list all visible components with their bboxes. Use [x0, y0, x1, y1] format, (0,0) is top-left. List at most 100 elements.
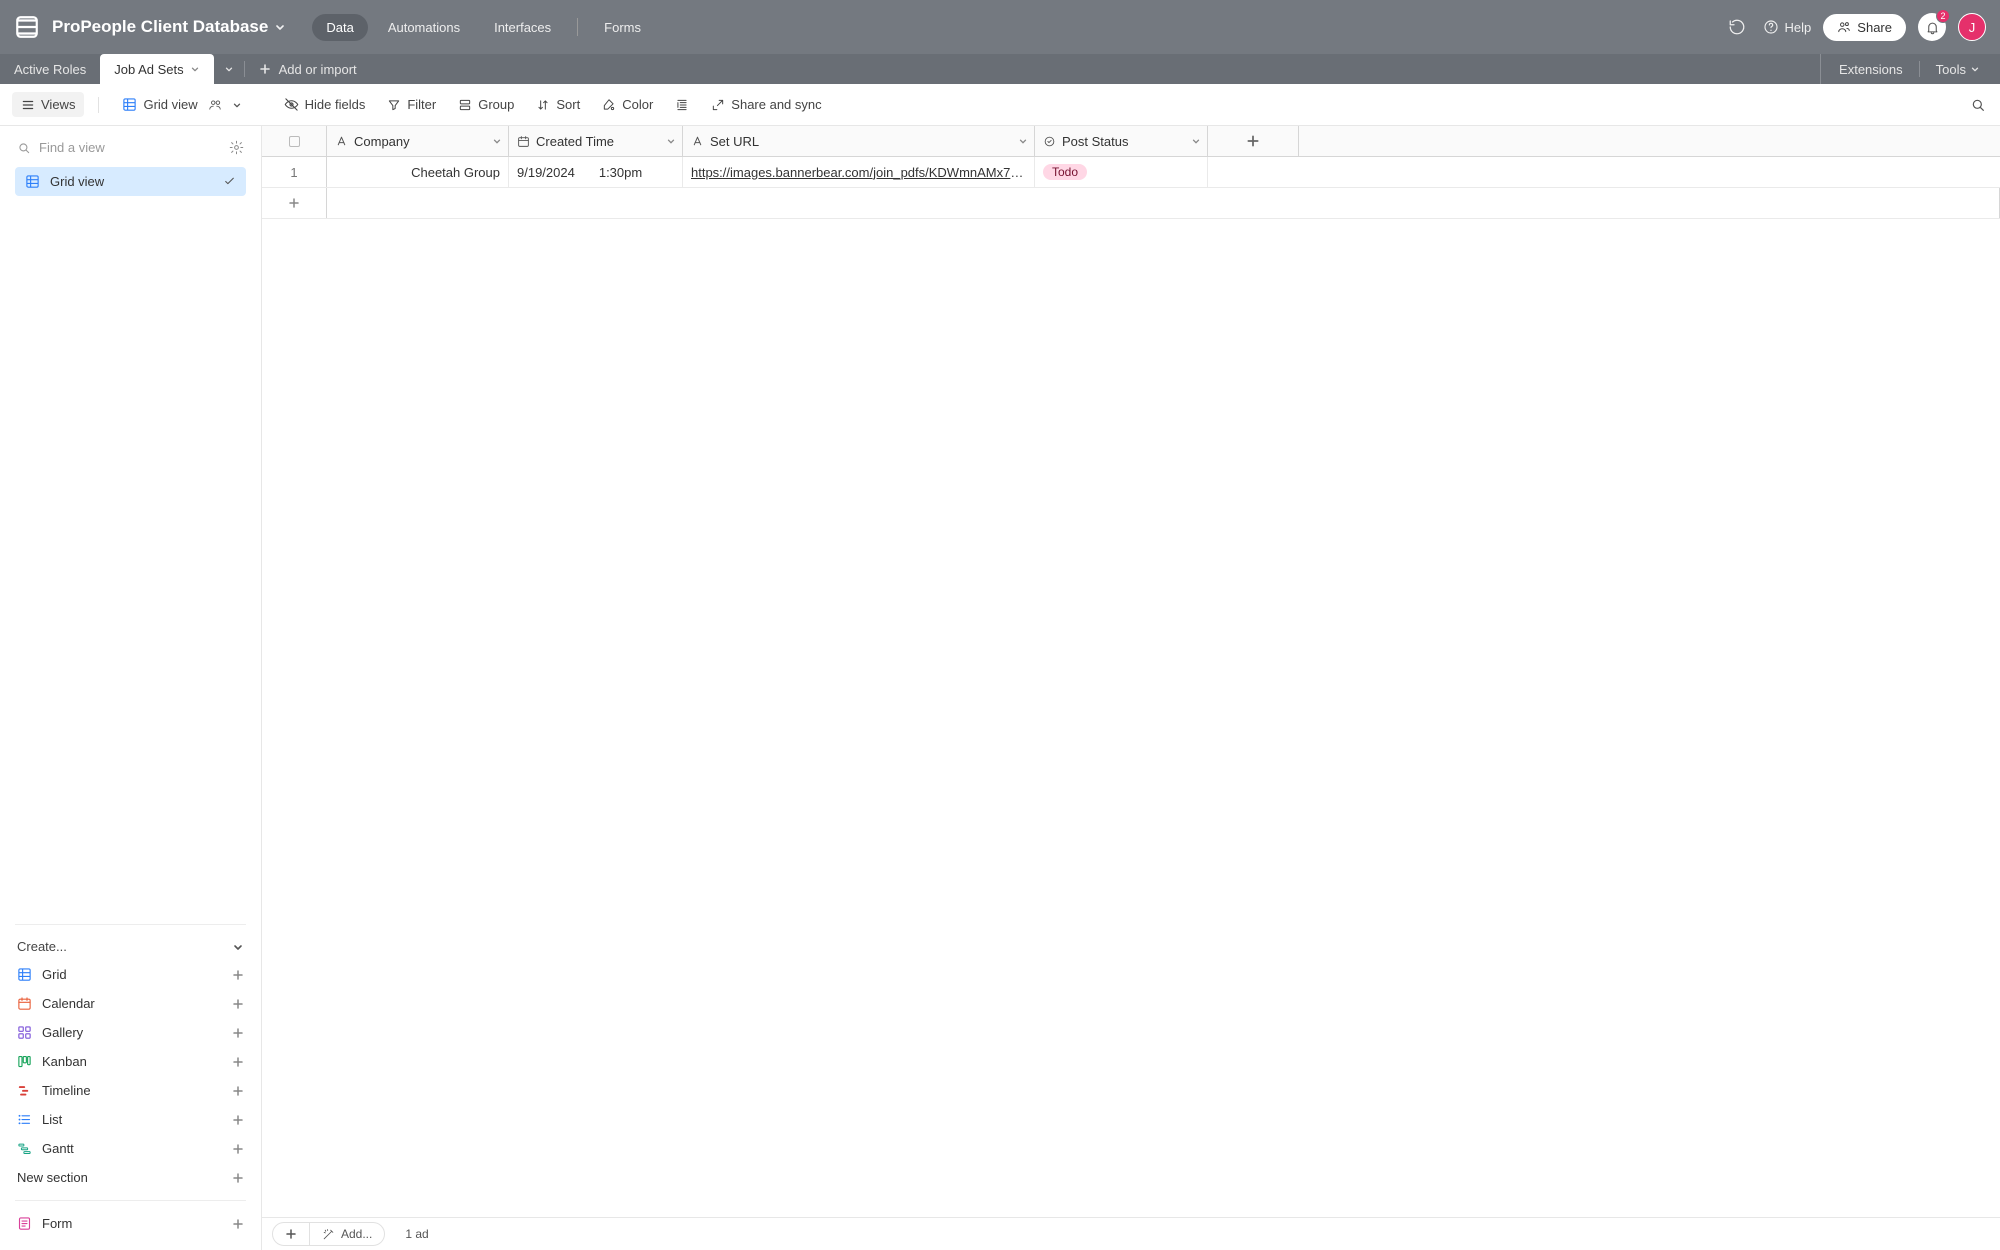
tab-job-ad-sets[interactable]: Job Ad Sets	[100, 54, 213, 84]
top-nav: Data Automations Interfaces Forms	[312, 14, 655, 41]
tab-label: Job Ad Sets	[114, 62, 183, 77]
search-icon	[17, 141, 31, 155]
chevron-down-icon[interactable]	[1018, 136, 1028, 146]
create-new-section[interactable]: New section	[15, 1163, 246, 1192]
color-button[interactable]: Color	[593, 92, 662, 117]
sidebar-create-header[interactable]: Create...	[15, 933, 246, 960]
add-row-button[interactable]	[262, 188, 327, 218]
sort-button[interactable]: Sort	[527, 92, 589, 117]
header-created-time[interactable]: Created Time	[509, 126, 683, 156]
filter-button[interactable]: Filter	[378, 92, 445, 117]
share-button[interactable]: Share	[1823, 14, 1906, 41]
tabs-more-button[interactable]	[214, 54, 244, 84]
tools-button[interactable]: Tools	[1926, 62, 1990, 77]
hide-fields-button[interactable]: Hide fields	[275, 92, 375, 117]
sidebar-divider	[15, 924, 246, 925]
create-item-label: Calendar	[42, 996, 95, 1011]
plus-icon	[232, 1085, 244, 1097]
tabs-right: Extensions Tools	[1820, 54, 2000, 84]
share-sync-label: Share and sync	[731, 97, 821, 112]
plus-icon	[232, 1143, 244, 1155]
create-item-label: Gantt	[42, 1141, 74, 1156]
create-grid[interactable]: Grid	[15, 960, 246, 989]
extensions-button[interactable]: Extensions	[1829, 62, 1913, 77]
filter-label: Filter	[407, 97, 436, 112]
sidebar-view-grid[interactable]: Grid view	[15, 167, 246, 196]
header-post-status[interactable]: Post Status	[1035, 126, 1208, 156]
create-item-label: Kanban	[42, 1054, 87, 1069]
add-row-cell[interactable]	[327, 188, 2000, 218]
views-button[interactable]: Views	[12, 92, 84, 117]
create-calendar[interactable]: Calendar	[15, 989, 246, 1018]
create-form[interactable]: Form	[15, 1209, 246, 1238]
nav-forms[interactable]: Forms	[590, 14, 655, 41]
grid-area: Company Created Time Set URL Post Status	[262, 126, 2000, 1250]
add-menu-label: Add...	[341, 1227, 372, 1241]
create-item-label: Grid	[42, 967, 67, 982]
chevron-down-icon[interactable]	[274, 21, 286, 33]
chevron-down-icon[interactable]	[1191, 136, 1201, 146]
select-all-checkbox[interactable]	[289, 136, 300, 147]
tools-label: Tools	[1936, 62, 1966, 77]
header-set-url[interactable]: Set URL	[683, 126, 1035, 156]
plus-icon	[232, 1114, 244, 1126]
tabs-bar: Active Roles Job Ad Sets Add or import E…	[0, 54, 2000, 84]
create-gallery[interactable]: Gallery	[15, 1018, 246, 1047]
header-label: Created Time	[536, 134, 614, 149]
grid-view-dropdown[interactable]: Grid view	[113, 92, 250, 117]
create-gantt[interactable]: Gantt	[15, 1134, 246, 1163]
chevron-down-icon[interactable]	[666, 136, 676, 146]
create-kanban[interactable]: Kanban	[15, 1047, 246, 1076]
table-row[interactable]: 1 Cheetah Group 9/19/2024 1:30pm https:/…	[262, 157, 2000, 188]
calendar-icon	[517, 135, 530, 148]
chevron-down-icon	[232, 941, 244, 953]
workspace-title[interactable]: ProPeople Client Database	[52, 17, 268, 37]
record-count: 1 ad	[401, 1227, 428, 1241]
search-button[interactable]	[1968, 95, 1988, 115]
nav-automations[interactable]: Automations	[374, 14, 474, 41]
group-button[interactable]: Group	[449, 92, 523, 117]
plus-icon	[232, 998, 244, 1010]
create-list: Grid Calendar Gallery Kanban Timeline Li…	[15, 960, 246, 1192]
bottom-pill: Add...	[272, 1222, 385, 1246]
add-record-button[interactable]	[273, 1223, 309, 1245]
tab-active-roles[interactable]: Active Roles	[0, 54, 100, 84]
find-view-input[interactable]	[39, 140, 221, 155]
create-item-label: New section	[17, 1170, 88, 1185]
nav-data[interactable]: Data	[312, 14, 367, 41]
create-label: Create...	[17, 939, 67, 954]
cell-company[interactable]: Cheetah Group	[327, 157, 509, 187]
notifications-button[interactable]: 2	[1918, 13, 1946, 41]
sidebar: Grid view Create... Grid Calendar Galler…	[0, 126, 262, 1250]
gear-icon[interactable]	[229, 140, 244, 155]
row-height-button[interactable]	[666, 93, 698, 117]
sort-label: Sort	[556, 97, 580, 112]
cell-set-url[interactable]: https://images.bannerbear.com/join_pdfs/…	[683, 157, 1035, 187]
plus-icon	[232, 1218, 244, 1230]
user-avatar[interactable]: J	[1958, 13, 1986, 41]
row-number[interactable]: 1	[262, 157, 327, 187]
header-rownum[interactable]	[262, 126, 327, 156]
add-field-button[interactable]	[1208, 126, 1299, 156]
add-or-import-button[interactable]: Add or import	[245, 54, 371, 84]
add-row[interactable]	[262, 188, 2000, 219]
cell-created-time[interactable]: 9/19/2024 1:30pm	[509, 157, 683, 187]
share-sync-button[interactable]: Share and sync	[702, 92, 830, 117]
check-icon	[223, 175, 236, 188]
cell-created-date: 9/19/2024	[517, 165, 575, 180]
help-button[interactable]: Help	[1763, 19, 1812, 35]
history-icon[interactable]	[1723, 13, 1751, 41]
create-list[interactable]: List	[15, 1105, 246, 1134]
status-badge: Todo	[1043, 164, 1087, 180]
nav-divider	[577, 18, 578, 36]
create-item-label: Timeline	[42, 1083, 91, 1098]
add-menu-button[interactable]: Add...	[310, 1223, 384, 1245]
cell-post-status[interactable]: Todo	[1035, 157, 1208, 187]
chevron-down-icon[interactable]	[190, 64, 200, 74]
chevron-down-icon[interactable]	[492, 136, 502, 146]
nav-interfaces[interactable]: Interfaces	[480, 14, 565, 41]
cell-url-link[interactable]: https://images.bannerbear.com/join_pdfs/…	[691, 165, 1026, 180]
header-company[interactable]: Company	[327, 126, 509, 156]
create-timeline[interactable]: Timeline	[15, 1076, 246, 1105]
tabs-divider	[1919, 61, 1920, 77]
